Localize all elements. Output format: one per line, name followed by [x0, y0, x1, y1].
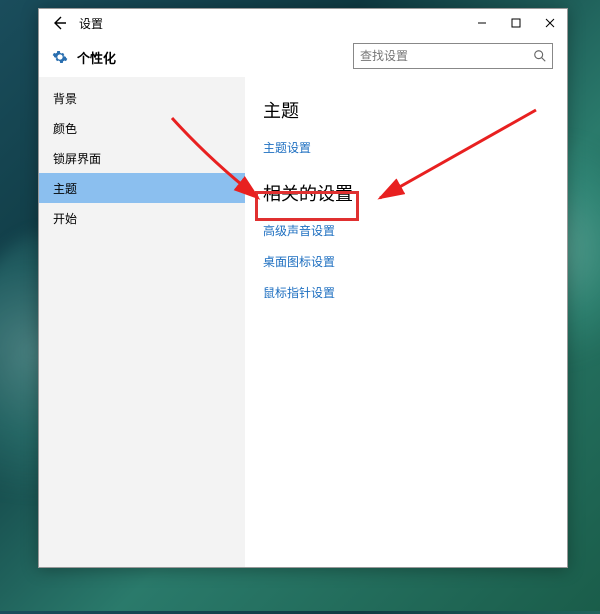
- search-input[interactable]: [354, 44, 528, 68]
- maximize-button[interactable]: [499, 9, 533, 37]
- maximize-icon: [511, 18, 521, 28]
- close-icon: [545, 18, 555, 28]
- section-title-themes: 主题: [263, 97, 549, 123]
- back-arrow-icon: [51, 15, 67, 31]
- minimize-button[interactable]: [465, 9, 499, 37]
- body: 背景 颜色 锁屏界面 主题 开始 主题 主题设置 相关的设置 高级声音设置 桌面…: [39, 77, 567, 567]
- search-box[interactable]: [353, 43, 553, 69]
- sidebar: 背景 颜色 锁屏界面 主题 开始: [39, 77, 245, 567]
- sidebar-item-label: 主题: [53, 180, 77, 197]
- settings-window: 设置 个性化 背景 颜色 锁屏界面: [38, 8, 568, 568]
- link-desktop-icons[interactable]: 桌面图标设置: [263, 253, 335, 270]
- sidebar-item-label: 背景: [53, 90, 77, 107]
- back-button[interactable]: [47, 11, 71, 35]
- sidebar-item-label: 开始: [53, 210, 77, 227]
- page-heading: 个性化: [77, 48, 116, 67]
- sidebar-item-background[interactable]: 背景: [39, 83, 245, 113]
- titlebar: 设置: [39, 9, 567, 37]
- link-mouse-pointer[interactable]: 鼠标指针设置: [263, 284, 335, 301]
- gear-icon: [51, 48, 69, 66]
- sidebar-item-label: 锁屏界面: [53, 150, 101, 167]
- minimize-icon: [477, 18, 487, 28]
- window-title: 设置: [79, 15, 103, 32]
- window-controls: [465, 9, 567, 37]
- section-title-related: 相关的设置: [263, 180, 549, 206]
- search-icon[interactable]: [528, 44, 552, 68]
- link-theme-settings[interactable]: 主题设置: [263, 139, 311, 156]
- sidebar-item-lockscreen[interactable]: 锁屏界面: [39, 143, 245, 173]
- link-advanced-sound[interactable]: 高级声音设置: [263, 222, 335, 239]
- header: 个性化: [39, 37, 567, 77]
- content: 主题 主题设置 相关的设置 高级声音设置 桌面图标设置 鼠标指针设置: [245, 77, 567, 567]
- sidebar-item-start[interactable]: 开始: [39, 203, 245, 233]
- sidebar-item-label: 颜色: [53, 120, 77, 137]
- close-button[interactable]: [533, 9, 567, 37]
- sidebar-item-colors[interactable]: 颜色: [39, 113, 245, 143]
- sidebar-item-themes[interactable]: 主题: [39, 173, 245, 203]
